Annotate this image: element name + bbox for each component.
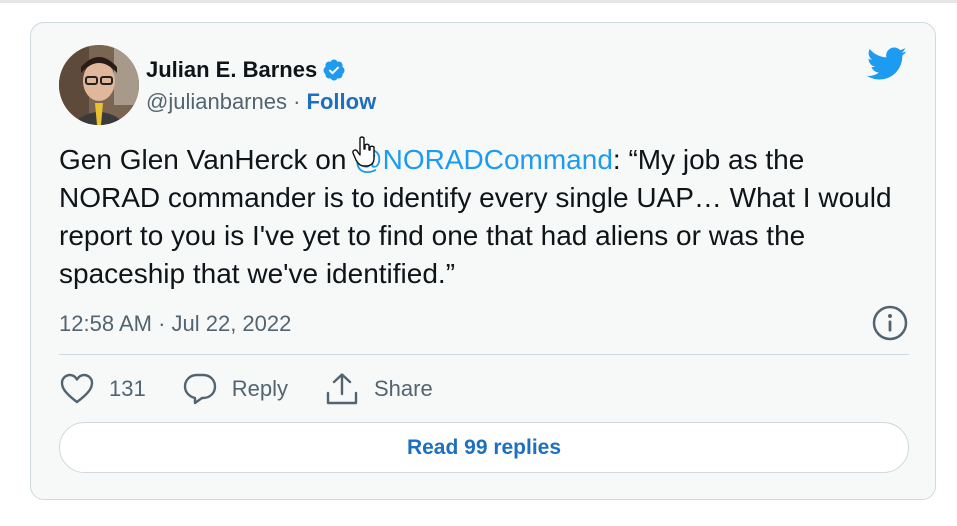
like-count: 131 (109, 376, 146, 401)
heart-icon (60, 373, 94, 404)
info-icon[interactable] (871, 304, 909, 342)
tweet-timestamp[interactable]: 12:58 AM · Jul 22, 2022 (59, 311, 291, 337)
read-replies-button[interactable]: Read 99 replies (59, 422, 909, 473)
author-name-row: Julian E. Barnes (146, 56, 346, 84)
author-handle[interactable]: @julianbarnes (146, 89, 287, 114)
reply-button[interactable]: Reply (182, 371, 288, 407)
follow-link[interactable]: Follow (307, 89, 377, 114)
divider (59, 354, 909, 355)
tweet-text-before: Gen Glen VanHerck on (59, 144, 355, 175)
hand-cursor-icon (352, 136, 375, 167)
author-handle-row: @julianbarnes · Follow (146, 89, 376, 115)
reply-label: Reply (231, 376, 288, 401)
top-border (0, 0, 957, 3)
avatar[interactable] (59, 45, 139, 125)
tweet-text: Gen Glen VanHerck on @NORADCommand: “My … (59, 141, 909, 293)
embedded-tweet-card: Julian E. Barnes @julianbarnes · Follow … (30, 22, 936, 500)
author-display-name[interactable]: Julian E. Barnes (146, 57, 317, 83)
mention-link[interactable]: @NORADCommand (354, 144, 613, 175)
reply-icon (183, 373, 216, 405)
verified-badge-icon (323, 59, 345, 81)
tweet-actions: 131 Reply Share (59, 367, 469, 411)
share-label: Share (373, 376, 433, 401)
twitter-bird-icon[interactable] (867, 47, 907, 81)
handle-separator: · (286, 89, 307, 114)
share-button[interactable]: Share (324, 371, 433, 407)
like-button[interactable]: 131 (59, 371, 146, 407)
share-icon (326, 373, 358, 405)
